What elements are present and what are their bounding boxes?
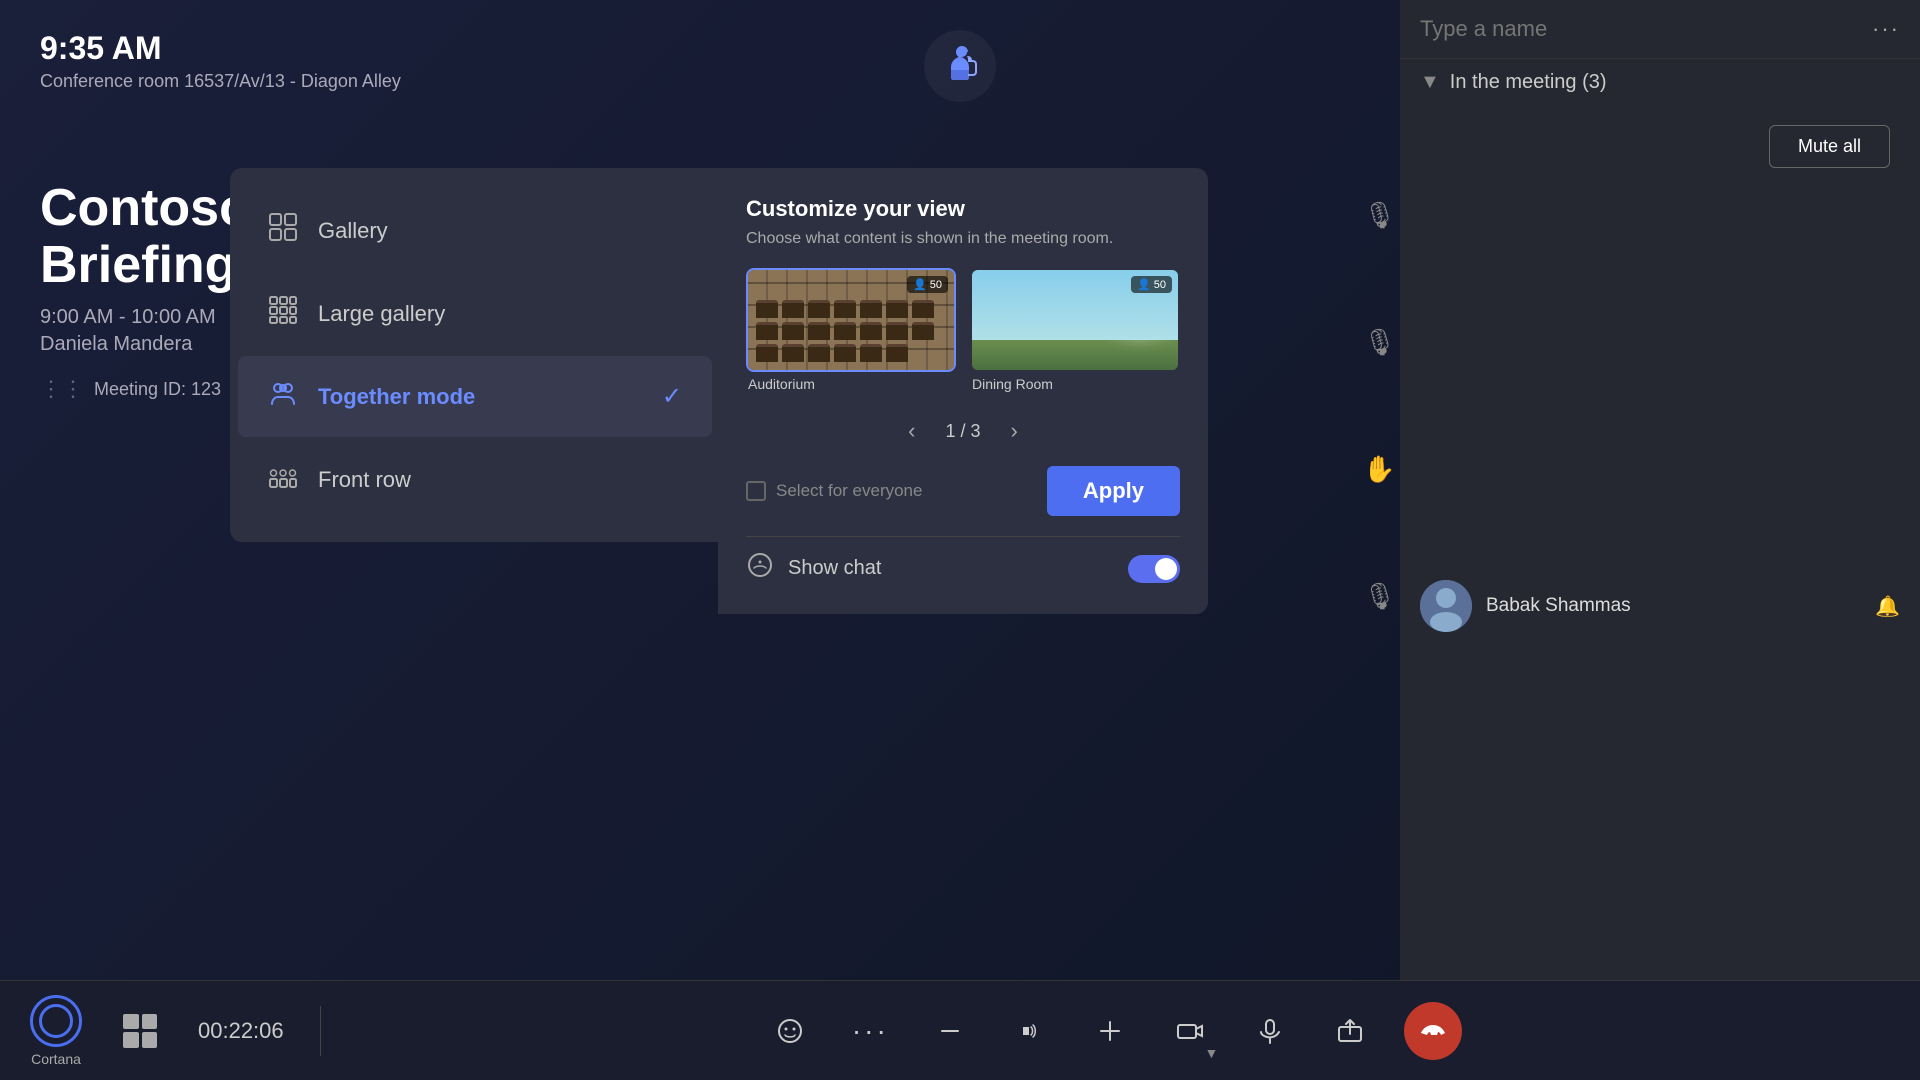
search-bar[interactable]: ··· <box>1400 0 1920 59</box>
customize-subtitle: Choose what content is shown in the meet… <box>746 230 1180 248</box>
scene-pagination: ‹ 1 / 3 › <box>746 414 1180 448</box>
participant-bell-icon: 🔔 <box>1875 594 1900 619</box>
gallery-view-button[interactable] <box>114 1005 166 1057</box>
avatar <box>1420 580 1472 632</box>
scene-dining-room[interactable]: 👤50 Dining Room <box>970 268 1180 396</box>
dining-room-label: Dining Room <box>970 372 1180 396</box>
gallery-label: Gallery <box>318 218 388 244</box>
front-row-icon <box>268 461 298 498</box>
search-input[interactable] <box>1420 16 1860 42</box>
mic-icon-1: 🎙 <box>1363 200 1396 231</box>
toolbar-separator <box>320 1006 321 1056</box>
in-meeting-label: In the meeting (3) <box>1450 71 1607 94</box>
active-check-icon: ✓ <box>662 382 682 411</box>
cortana-circle-icon <box>30 995 82 1047</box>
cortana-label: Cortana <box>31 1051 81 1067</box>
more-options-btn[interactable]: ··· <box>1872 16 1900 42</box>
reactions-button[interactable] <box>764 1005 816 1057</box>
bottom-toolbar: Cortana 00:22:06 ··· <box>0 980 1920 1080</box>
mic-icons-column: 🎙 🎙 ✋ 🎙 <box>1363 200 1396 612</box>
view-option-together-mode[interactable]: Together mode ✓ <box>238 356 712 437</box>
prev-page-button[interactable]: ‹ <box>898 414 925 448</box>
mic-button[interactable] <box>1244 1005 1296 1057</box>
participant-item: Babak Shammas 🔔 <box>1400 566 1920 646</box>
scene-auditorium[interactable]: 👤50 Auditorium <box>746 268 956 396</box>
more-actions-button[interactable]: ··· <box>844 1005 896 1057</box>
top-left-info: 9:35 AM Conference room 16537/Av/13 - Di… <box>40 30 401 92</box>
chevron-down-icon: ▼ <box>1420 71 1440 94</box>
large-gallery-label: Large gallery <box>318 301 445 327</box>
raised-hand-icon: ✋ <box>1363 454 1396 485</box>
action-row: Select for everyone Apply <box>746 466 1180 516</box>
gallery-grid-icon <box>123 1014 157 1048</box>
together-mode-label: Together mode <box>318 384 475 410</box>
volume-button[interactable] <box>1004 1005 1056 1057</box>
auditorium-badge: 👤50 <box>907 276 948 293</box>
show-chat-row: Show chat <box>746 536 1180 586</box>
room-info: Conference room 16537/Av/13 - Diagon All… <box>40 71 401 92</box>
share-button[interactable] <box>1324 1005 1376 1057</box>
view-option-large-gallery[interactable]: Large gallery <box>238 273 712 354</box>
chat-icon <box>746 551 774 586</box>
add-button[interactable] <box>1084 1005 1136 1057</box>
select-everyone-row: Select for everyone <box>746 481 1033 501</box>
mic-icon-3: 🎙 <box>1363 581 1396 612</box>
scene-thumbnails: 👤50 Auditorium 👤50 Dining Room <box>746 268 1180 396</box>
front-row-label: Front row <box>318 467 411 493</box>
cortana-button[interactable]: Cortana <box>30 995 82 1067</box>
view-option-front-row[interactable]: Front row <box>238 439 712 520</box>
mute-all-button[interactable]: Mute all <box>1769 125 1890 168</box>
call-timer: 00:22:06 <box>198 1018 284 1044</box>
next-page-button[interactable]: › <box>1001 414 1028 448</box>
show-chat-toggle[interactable] <box>1128 555 1180 583</box>
gallery-icon <box>268 212 298 249</box>
teams-logo <box>924 30 996 107</box>
customize-title: Customize your view <box>746 196 1180 222</box>
show-chat-label: Show chat <box>788 557 1114 580</box>
participants-panel: ··· ▼ In the meeting (3) Mute all Babak … <box>1400 0 1920 1080</box>
current-time: 9:35 AM <box>40 30 401 67</box>
in-meeting-header: ▼ In the meeting (3) <box>1400 59 1920 106</box>
camera-button[interactable]: ▼ <box>1164 1005 1216 1057</box>
toolbar-center-controls: ··· ▼ <box>337 1002 1890 1060</box>
select-everyone-checkbox[interactable] <box>746 481 766 501</box>
camera-chevron-icon: ▼ <box>1204 1045 1218 1061</box>
view-options-panel: Gallery Large gallery <box>230 168 720 542</box>
customize-view-panel: Customize your view Choose what content … <box>718 168 1208 614</box>
dining-room-badge: 👤50 <box>1131 276 1172 293</box>
auditorium-label: Auditorium <box>746 372 956 396</box>
mic-icon-2: 🎙 <box>1363 327 1396 358</box>
participant-name: Babak Shammas <box>1486 595 1861 617</box>
together-mode-icon <box>268 378 298 415</box>
apply-button[interactable]: Apply <box>1047 466 1180 516</box>
select-everyone-label: Select for everyone <box>776 481 922 501</box>
end-call-button[interactable] <box>1404 1002 1462 1060</box>
page-info: 1 / 3 <box>945 421 980 442</box>
minimize-button[interactable] <box>924 1005 976 1057</box>
view-option-gallery[interactable]: Gallery <box>238 190 712 271</box>
large-gallery-icon <box>268 295 298 332</box>
